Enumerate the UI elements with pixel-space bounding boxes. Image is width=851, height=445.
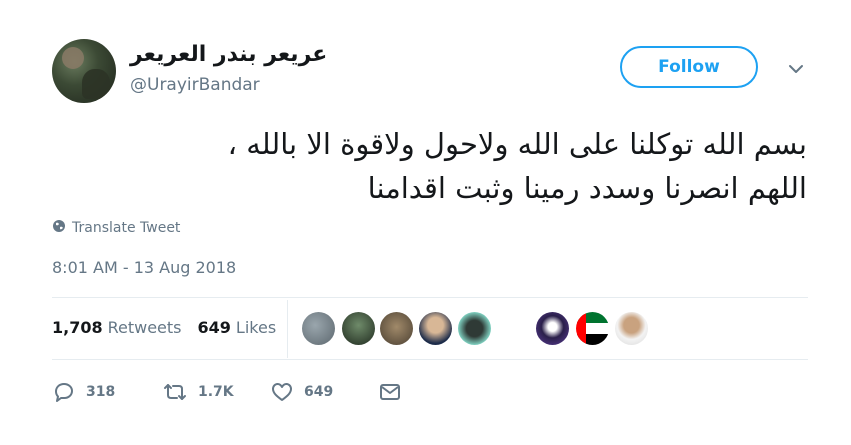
retweets-label[interactable]: Retweets [108,318,182,337]
user-handle[interactable]: @UrayirBandar [130,75,260,95]
tweet-text: بسم الله توكلنا على الله ولاحول ولاقوة ا… [52,122,807,210]
liker-avatar[interactable] [342,312,375,345]
tweet-timestamp[interactable]: 8:01 AM - 13 Aug 2018 [52,258,236,277]
chevron-down-icon[interactable] [786,59,806,79]
follow-button[interactable]: Follow [620,46,758,88]
liker-avatar[interactable] [302,312,335,345]
reply-icon [52,381,76,403]
translate-tweet-label: Translate Tweet [72,220,181,236]
uae-flag-icon[interactable] [576,312,609,345]
tweet-text-line-2: اللهم انصرنا وسدد رمينا وثبت اقدامنا [367,171,807,205]
liker-avatar[interactable] [458,312,491,345]
avatar[interactable] [52,39,116,103]
liker-avatar[interactable] [615,312,648,345]
likes-count[interactable]: 649 [198,318,231,337]
globe-icon [52,219,66,237]
liker-avatar[interactable] [536,312,569,345]
display-name[interactable]: عريعر بندر العريعر [130,42,327,67]
divider-bottom [52,359,808,360]
like-button[interactable]: 649 [270,381,333,403]
divider-top [52,297,808,298]
reply-count: 318 [86,384,116,400]
retweet-button[interactable]: 1.7K [162,381,234,403]
tweet-card: عريعر بندر العريعر @UrayirBandar Follow … [0,0,851,445]
retweet-icon [162,381,188,403]
message-icon [378,381,402,403]
retweets-count[interactable]: 1,708 [52,318,103,337]
likes-label[interactable]: Likes [236,318,276,337]
direct-message-button[interactable] [378,381,402,403]
reply-button[interactable]: 318 [52,381,115,403]
tweet-text-line-1: بسم الله توكلنا على الله ولاحول ولاقوة ا… [227,127,807,161]
tweet-stats: 1,708 Retweets 649 Likes [52,318,292,337]
liker-avatar[interactable] [419,312,452,345]
liker-avatar[interactable] [380,312,413,345]
translate-tweet-link[interactable]: Translate Tweet [52,219,180,237]
heart-icon [270,381,294,403]
like-count: 649 [304,384,334,400]
stats-separator [287,300,288,358]
retweet-count: 1.7K [198,384,234,400]
